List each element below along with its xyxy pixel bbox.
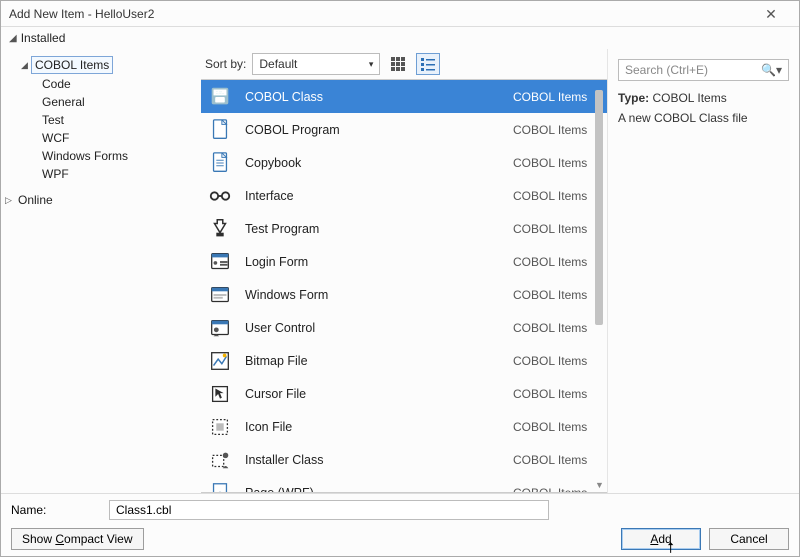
template-name: Copybook [245, 156, 501, 170]
tree-node-child[interactable]: WPF [29, 165, 197, 183]
template-name: Windows Form [245, 288, 501, 302]
template-row[interactable]: Test Program COBOL Items [201, 212, 607, 245]
template-name: Login Form [245, 255, 501, 269]
template-category: COBOL Items [513, 189, 599, 203]
template-icon [207, 381, 233, 407]
template-list-panel: Sort by: Default ▾ CBL COBOL Class COBOL I… [201, 49, 607, 493]
template-category: COBOL Items [513, 288, 599, 302]
add-new-item-dialog: Add New Item - HelloUser2 ✕ ◢ Installed … [0, 0, 800, 557]
template-name: Icon File [245, 420, 501, 434]
template-icon [207, 249, 233, 275]
view-small-icons-button[interactable] [416, 53, 440, 75]
close-icon[interactable]: ✕ [751, 1, 791, 26]
window-title: Add New Item - HelloUser2 [9, 1, 154, 26]
template-category: COBOL Items [513, 222, 599, 236]
template-category: COBOL Items [513, 123, 599, 137]
chevron-down-icon[interactable]: ▼ [595, 480, 604, 490]
template-name: Test Program [245, 222, 501, 236]
name-label: Name: [11, 503, 101, 517]
type-row: Type: COBOL Items [618, 91, 789, 105]
template-icon: <> [207, 480, 233, 493]
grid-icon [391, 57, 405, 71]
template-row[interactable]: CBL COBOL Class COBOL Items [201, 80, 607, 113]
description-text: A new COBOL Class file [618, 111, 789, 125]
template-category: COBOL Items [513, 453, 599, 467]
template-row[interactable]: User Control COBOL Items [201, 311, 607, 344]
tree-node-child[interactable]: General [29, 93, 197, 111]
template-icon [207, 183, 233, 209]
template-category: COBOL Items [513, 156, 599, 170]
sort-dropdown[interactable]: Default ▾ [252, 53, 380, 75]
template-icon [207, 216, 233, 242]
tree-node-online[interactable]: ▷ Online [5, 191, 197, 209]
svg-text:CBL: CBL [216, 90, 225, 95]
template-icon [207, 348, 233, 374]
template-icon [207, 315, 233, 341]
view-medium-icons-button[interactable] [386, 53, 410, 75]
tree-node-cobol-items[interactable]: ◢ COBOL Items [11, 55, 197, 75]
template-category: COBOL Items [513, 90, 599, 104]
template-name: COBOL Program [245, 123, 501, 137]
bottom-panel: Name: Show Compact View Add Cancel ⭡ [1, 493, 799, 556]
template-icon: CBL [207, 84, 233, 110]
template-category: COBOL Items [513, 321, 599, 335]
sort-label: Sort by: [205, 57, 246, 71]
sort-row: Sort by: Default ▾ [201, 49, 607, 79]
chevron-down-icon: ▾ [369, 59, 374, 70]
template-category: COBOL Items [513, 420, 599, 434]
template-category: COBOL Items [513, 354, 599, 368]
tree-node-child[interactable]: WCF [29, 129, 197, 147]
template-name: User Control [245, 321, 501, 335]
template-name: COBOL Class [245, 90, 501, 104]
template-row[interactable]: Bitmap File COBOL Items [201, 344, 607, 377]
template-row[interactable]: Icon File COBOL Items [201, 410, 607, 443]
list-icon [421, 57, 435, 71]
cancel-button[interactable]: Cancel [709, 528, 789, 550]
template-icon [207, 282, 233, 308]
scrollbar-thumb[interactable] [595, 90, 603, 325]
add-button[interactable]: Add [621, 528, 701, 550]
tree-node-child[interactable]: Code [29, 75, 197, 93]
template-row[interactable]: Interface COBOL Items [201, 179, 607, 212]
template-name: Page (WPF) [245, 486, 501, 493]
chevron-down-icon[interactable]: ◢ [9, 33, 17, 44]
template-icon [207, 117, 233, 143]
template-icon [207, 447, 233, 473]
chevron-down-icon[interactable]: ◢ [21, 60, 31, 71]
template-row[interactable]: Login Form COBOL Items [201, 245, 607, 278]
template-row[interactable]: Installer Class COBOL Items [201, 443, 607, 476]
show-compact-view-button[interactable]: Show Compact View [11, 528, 144, 550]
template-row[interactable]: COBOL Program COBOL Items [201, 113, 607, 146]
search-icon: 🔍▾ [761, 63, 782, 77]
template-row[interactable]: Windows Form COBOL Items [201, 278, 607, 311]
template-category: COBOL Items [513, 486, 599, 493]
tree-node-child[interactable]: Test [29, 111, 197, 129]
template-row[interactable]: Copybook COBOL Items [201, 146, 607, 179]
vertical-scrollbar[interactable]: ▼ [593, 90, 605, 482]
titlebar: Add New Item - HelloUser2 ✕ [1, 1, 799, 27]
template-category: COBOL Items [513, 255, 599, 269]
template-name: Bitmap File [245, 354, 501, 368]
details-panel: Search (Ctrl+E) 🔍▾ Type: COBOL Items A n… [607, 49, 799, 493]
template-name: Cursor File [245, 387, 501, 401]
template-tree: ◢ COBOL Items CodeGeneralTestWCFWindows … [1, 49, 201, 493]
template-name: Interface [245, 189, 501, 203]
template-row[interactable]: Cursor File COBOL Items [201, 377, 607, 410]
name-input[interactable] [109, 500, 549, 520]
installed-node[interactable]: Installed [21, 31, 66, 45]
template-list[interactable]: CBLCOBOL ClassCOBOL ItemsCOBOL ProgramCO… [201, 80, 607, 492]
template-name: Installer Class [245, 453, 501, 467]
template-category: COBOL Items [513, 387, 599, 401]
search-input[interactable]: Search (Ctrl+E) 🔍▾ [618, 59, 789, 81]
svg-text:<>: <> [216, 488, 225, 492]
template-icon [207, 414, 233, 440]
tree-node-child[interactable]: Windows Forms [29, 147, 197, 165]
template-row[interactable]: <> Page (WPF) COBOL Items [201, 476, 607, 492]
template-icon [207, 150, 233, 176]
chevron-right-icon[interactable]: ▷ [5, 195, 15, 206]
